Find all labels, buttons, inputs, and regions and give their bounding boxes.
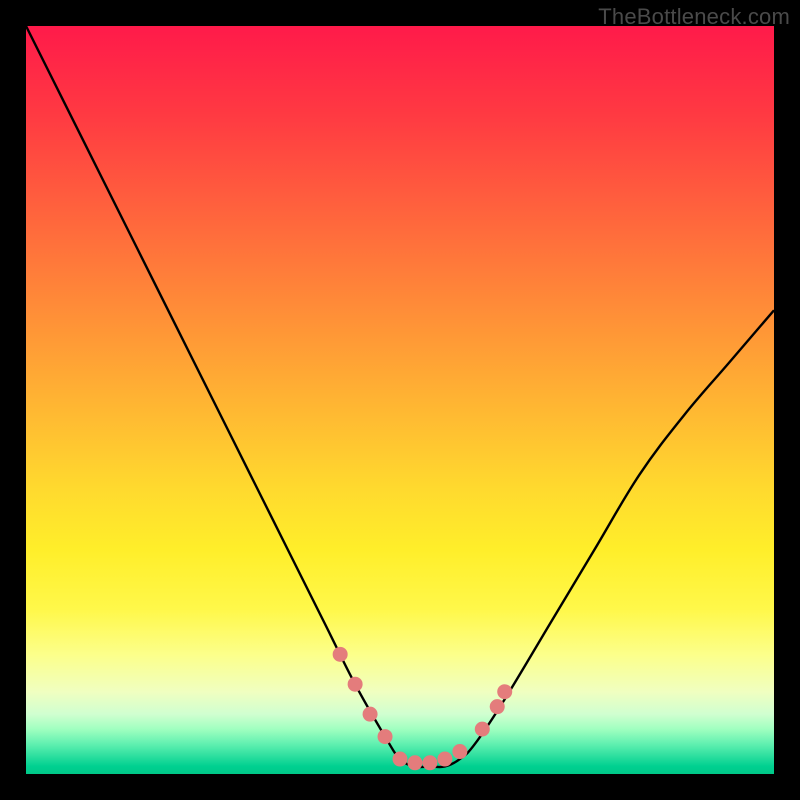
sample-marker bbox=[437, 752, 452, 767]
sample-marker bbox=[422, 755, 437, 770]
bottleneck-curve-path bbox=[26, 26, 774, 767]
sample-marker bbox=[393, 752, 408, 767]
sample-marker bbox=[333, 647, 348, 662]
chart-frame: TheBottleneck.com bbox=[0, 0, 800, 800]
watermark-text: TheBottleneck.com bbox=[598, 4, 790, 30]
curve-layer bbox=[26, 26, 774, 774]
sample-marker bbox=[348, 677, 363, 692]
sample-markers bbox=[333, 647, 513, 770]
sample-marker bbox=[452, 744, 467, 759]
sample-marker bbox=[378, 729, 393, 744]
plot-area bbox=[26, 26, 774, 774]
bottleneck-curve bbox=[26, 26, 774, 767]
sample-marker bbox=[490, 699, 505, 714]
sample-marker bbox=[407, 755, 422, 770]
sample-marker bbox=[497, 684, 512, 699]
sample-marker bbox=[363, 707, 378, 722]
sample-marker bbox=[475, 722, 490, 737]
